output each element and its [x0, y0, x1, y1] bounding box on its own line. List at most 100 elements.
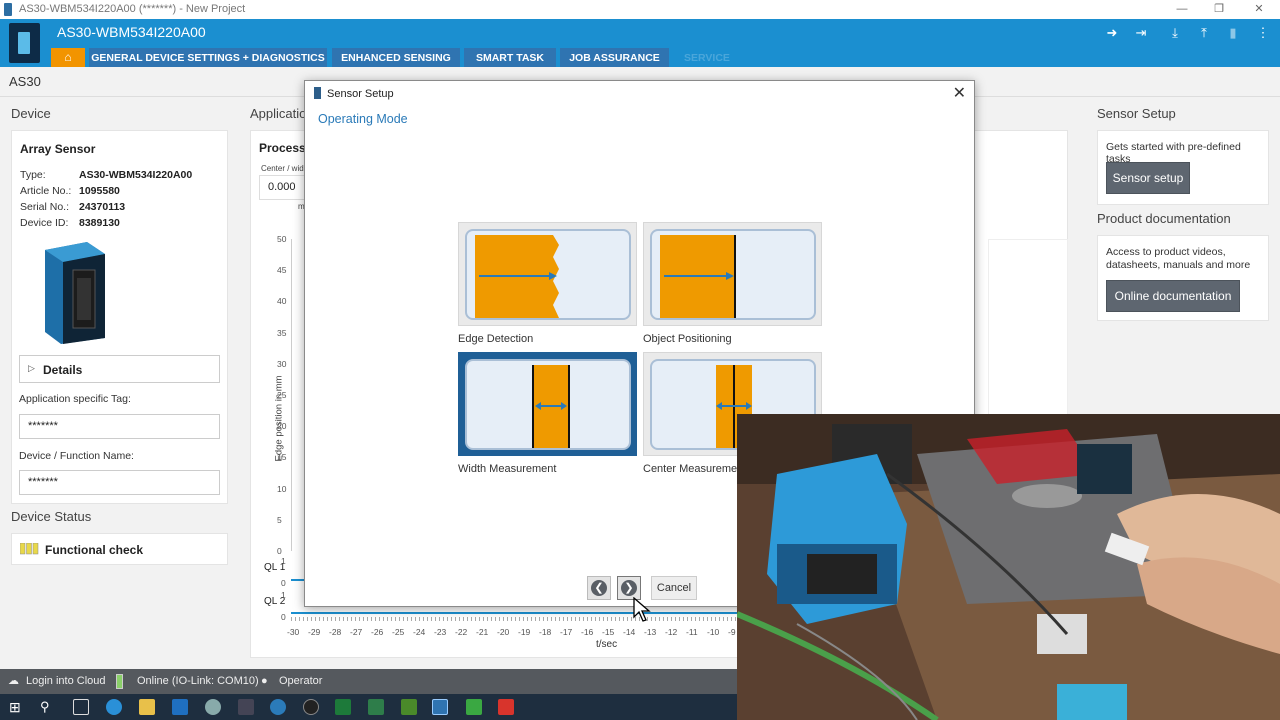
logout-icon[interactable]: ⇥: [1133, 25, 1149, 41]
tab-enhanced-sensing[interactable]: ENHANCED SENSING: [332, 48, 460, 67]
edge-browser-icon[interactable]: [106, 699, 122, 715]
x-tick-label: -15: [602, 627, 615, 637]
device-icon[interactable]: ▮: [1225, 25, 1241, 41]
serial-label: Serial No.:: [20, 201, 70, 213]
x-tick-label: -25: [392, 627, 405, 637]
app-tag-field[interactable]: *******: [19, 414, 220, 439]
excel-icon[interactable]: [335, 699, 351, 715]
width-measurement-illustration: [465, 359, 631, 450]
home-icon: ⌂: [64, 50, 72, 64]
menu-icon[interactable]: ⋮: [1255, 25, 1271, 41]
details-expander[interactable]: ▷ Details: [19, 355, 220, 383]
x-tick-label: -27: [350, 627, 363, 637]
upload-icon[interactable]: ⤒: [1196, 25, 1212, 41]
product-doc-card: Access to product videos, datasheets, ma…: [1097, 235, 1269, 321]
ql1-tick-high: 1: [281, 556, 286, 566]
process-title: Process: [259, 141, 306, 155]
tab-job-assurance[interactable]: JOB ASSURANCE: [560, 48, 669, 67]
window-title: AS30-WBM534I220A00 (*******) - New Proje…: [19, 3, 246, 15]
x-tick-label: -30: [287, 627, 300, 637]
x-tick-label: -17: [560, 627, 573, 637]
type-value: AS30-WBM534I220A00: [79, 169, 193, 181]
breadcrumb: AS30: [9, 74, 41, 89]
x-axis-ticks: [291, 617, 737, 621]
expand-icon: ▷: [28, 363, 35, 373]
y-tick-label: 25: [277, 390, 287, 400]
dialog-title: Sensor Setup: [327, 88, 394, 100]
app-icon-2[interactable]: [238, 699, 254, 715]
y-tick-label: 10: [277, 483, 287, 494]
webcam-video-overlay: [737, 414, 1280, 720]
ql1-tick-low: 0: [281, 578, 286, 588]
app-icon-5[interactable]: [368, 699, 384, 715]
tab-general-settings[interactable]: GENERAL DEVICE SETTINGS + DIAGNOSTICS: [89, 48, 327, 67]
app-icon-7[interactable]: [432, 699, 448, 715]
device-name: AS30-WBM534I220A00: [57, 24, 206, 40]
close-window-icon[interactable]: ✕: [1242, 0, 1276, 19]
x-tick-label: -10: [707, 627, 720, 637]
search-icon[interactable]: ⚲: [40, 699, 56, 715]
file-explorer-icon[interactable]: [139, 699, 155, 715]
windows-start-icon[interactable]: ⊞: [9, 699, 25, 715]
x-tick-label: -20: [497, 627, 510, 637]
mode-edge-detection[interactable]: [458, 222, 637, 326]
device-status-title: Device Status: [11, 509, 92, 524]
app-icon-1[interactable]: [205, 699, 221, 715]
camtasia-recorder-icon[interactable]: [498, 699, 514, 715]
center-measurement-label: Center Measurement: [643, 463, 747, 475]
dialog-close-icon[interactable]: ✕: [953, 83, 966, 103]
object-positioning-label: Object Positioning: [643, 333, 732, 345]
back-button[interactable]: ❮: [587, 576, 611, 600]
app-header: AS30-WBM534I220A00 ➜ ⇥ ⤓ ⤒ ▮ ⋮ ⌂ GENERAL…: [0, 19, 1280, 67]
home-button[interactable]: ⌂: [51, 48, 85, 67]
ql2-tick-high: 1: [281, 590, 286, 600]
login-cloud-link[interactable]: Login into Cloud: [26, 669, 106, 694]
x-tick-label: -29: [308, 627, 321, 637]
back-arrow-icon: ❮: [591, 580, 607, 596]
sensor-image: [45, 242, 105, 344]
app-icon-6[interactable]: [401, 699, 417, 715]
app-icon-3[interactable]: [270, 699, 286, 715]
type-label: Type:: [20, 169, 46, 181]
cancel-button[interactable]: Cancel: [651, 576, 697, 600]
y-axis-line: [291, 239, 292, 551]
maximize-icon[interactable]: ❐: [1202, 0, 1236, 19]
camtasia-icon[interactable]: [466, 699, 482, 715]
ql2-tick-low: 0: [281, 612, 286, 622]
mode-width-measurement[interactable]: [458, 352, 637, 456]
outlook-icon[interactable]: [172, 699, 188, 715]
window-titlebar: AS30-WBM534I220A00 (*******) - New Proje…: [0, 0, 1280, 19]
x-tick-label: -28: [329, 627, 342, 637]
width-measurement-label: Width Measurement: [458, 463, 557, 475]
product-doc-desc: Access to product videos, datasheets, ma…: [1106, 246, 1251, 271]
product-doc-section-title: Product documentation: [1097, 211, 1231, 226]
task-view-icon[interactable]: [73, 699, 89, 715]
article-value: 1095580: [79, 185, 120, 197]
article-label: Article No.:: [20, 185, 72, 197]
x-tick-label: -16: [581, 627, 594, 637]
login-icon[interactable]: ➜: [1104, 25, 1120, 41]
ql2-signal-line: [291, 612, 737, 614]
mode-object-positioning[interactable]: [643, 222, 822, 326]
app-icon-4[interactable]: [303, 699, 319, 715]
device-status-card: Functional check: [11, 533, 228, 565]
download-icon[interactable]: ⤓: [1167, 25, 1183, 41]
func-name-field[interactable]: *******: [19, 470, 220, 495]
operating-mode-title: Operating Mode: [318, 112, 408, 126]
y-tick-label: 40: [277, 296, 287, 307]
serial-value: 24370113: [79, 201, 126, 213]
tab-smart-task[interactable]: SMART TASK: [464, 48, 556, 67]
sensor-setup-card: Gets started with pre-defined tasks Sens…: [1097, 130, 1269, 205]
object-positioning-illustration: [650, 229, 816, 320]
minimize-icon[interactable]: —: [1165, 0, 1199, 19]
y-tick-label: 30: [277, 358, 287, 369]
functional-check-label: Functional check: [45, 543, 144, 557]
user-role[interactable]: Operator: [279, 669, 322, 694]
x-tick-label: -13: [644, 627, 657, 637]
online-doc-button[interactable]: Online documentation: [1106, 280, 1240, 312]
x-axis-label: t/sec: [596, 639, 618, 650]
x-tick-label: -22: [455, 627, 468, 637]
device-card-title: Array Sensor: [20, 142, 96, 156]
mouse-cursor-icon: [633, 597, 651, 622]
sensor-setup-button[interactable]: Sensor setup: [1106, 162, 1190, 194]
